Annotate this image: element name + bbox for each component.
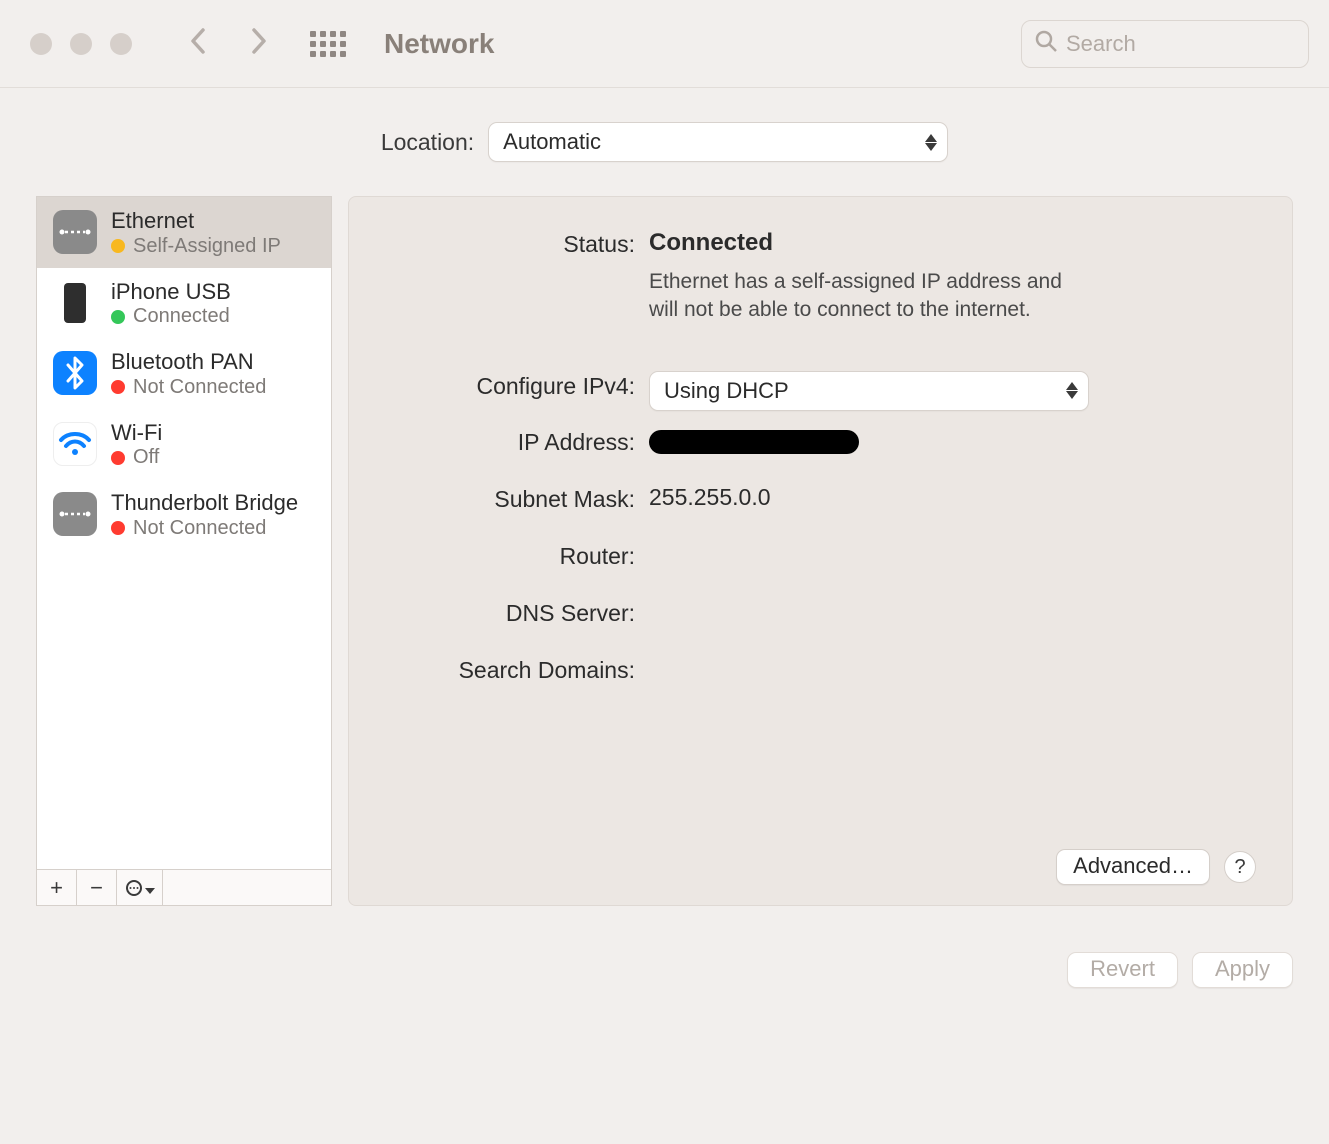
search-domains-label: Search Domains: xyxy=(385,655,635,684)
service-ethernet[interactable]: Ethernet Self-Assigned IP xyxy=(37,197,331,268)
minimize-window-button[interactable] xyxy=(70,33,92,55)
service-name: iPhone USB xyxy=(111,278,231,306)
location-row: Location: Automatic xyxy=(0,88,1329,196)
add-service-button[interactable]: + xyxy=(37,870,77,905)
zoom-window-button[interactable] xyxy=(110,33,132,55)
help-button[interactable]: ? xyxy=(1224,851,1256,883)
service-name: Wi-Fi xyxy=(111,419,162,447)
row-ip-address: IP Address: xyxy=(385,427,1256,456)
service-status: Self-Assigned IP xyxy=(133,235,281,258)
bluetooth-icon xyxy=(53,351,97,395)
service-actions-button[interactable] xyxy=(117,870,163,905)
ip-address-label: IP Address: xyxy=(385,427,635,456)
router-label: Router: xyxy=(385,541,635,570)
service-sidebar: Ethernet Self-Assigned IP iPhone USB Con… xyxy=(36,196,332,906)
select-stepper-icon xyxy=(925,134,937,151)
wifi-icon xyxy=(53,422,97,466)
ip-address-value-redacted xyxy=(649,430,859,454)
revert-button[interactable]: Revert xyxy=(1067,952,1178,988)
subnet-mask-value: 255.255.0.0 xyxy=(649,484,1256,511)
subnet-mask-label: Subnet Mask: xyxy=(385,484,635,513)
status-dot-red xyxy=(111,380,125,394)
configure-ipv4-value: Using DHCP xyxy=(664,378,789,404)
location-value: Automatic xyxy=(503,129,601,155)
search-icon xyxy=(1034,29,1058,58)
search-field[interactable] xyxy=(1021,20,1309,68)
advanced-button[interactable]: Advanced… xyxy=(1056,849,1210,885)
search-input[interactable] xyxy=(1066,31,1296,57)
row-status: Status: Connected xyxy=(385,229,1256,258)
location-select[interactable]: Automatic xyxy=(488,122,948,162)
status-description: Ethernet has a self-assigned IP address … xyxy=(649,268,1079,325)
select-stepper-icon xyxy=(1066,382,1078,399)
configure-ipv4-select[interactable]: Using DHCP xyxy=(649,371,1089,411)
service-wifi[interactable]: Wi-Fi Off xyxy=(37,409,331,480)
service-bluetooth-pan[interactable]: Bluetooth PAN Not Connected xyxy=(37,338,331,409)
apply-button[interactable]: Apply xyxy=(1192,952,1293,988)
page-title: Network xyxy=(384,28,1021,60)
forward-button[interactable] xyxy=(246,26,270,61)
sidebar-footer-fill xyxy=(163,870,331,905)
service-name: Thunderbolt Bridge xyxy=(111,489,298,517)
service-iphone-usb[interactable]: iPhone USB Connected xyxy=(37,268,331,339)
back-button[interactable] xyxy=(187,26,211,61)
dns-server-label: DNS Server: xyxy=(385,598,635,627)
window-controls xyxy=(30,33,132,55)
detail-pane: Status: Connected Ethernet has a self-as… xyxy=(348,196,1293,906)
service-name: Bluetooth PAN xyxy=(111,348,266,376)
configure-ipv4-label: Configure IPv4: xyxy=(385,371,635,400)
status-dot-yellow xyxy=(111,239,125,253)
iphone-icon xyxy=(53,281,97,325)
service-status: Not Connected xyxy=(133,376,266,399)
status-dot-red xyxy=(111,451,125,465)
status-dot-green xyxy=(111,310,125,324)
service-status: Connected xyxy=(133,305,230,328)
row-router: Router: xyxy=(385,541,1256,570)
window-footer: Revert Apply xyxy=(0,906,1329,988)
location-label: Location: xyxy=(381,129,474,156)
service-status: Not Connected xyxy=(133,517,266,540)
toolbar: Network xyxy=(0,0,1329,88)
row-subnet-mask: Subnet Mask: 255.255.0.0 xyxy=(385,484,1256,513)
row-configure-ipv4: Configure IPv4: Using DHCP xyxy=(385,371,1256,411)
ethernet-icon xyxy=(53,210,97,254)
status-label: Status: xyxy=(385,229,635,258)
service-list: Ethernet Self-Assigned IP iPhone USB Con… xyxy=(37,197,331,869)
service-name: Ethernet xyxy=(111,207,281,235)
service-thunderbolt-bridge[interactable]: Thunderbolt Bridge Not Connected xyxy=(37,479,331,550)
remove-service-button[interactable]: − xyxy=(77,870,117,905)
service-status: Off xyxy=(133,446,159,469)
close-window-button[interactable] xyxy=(30,33,52,55)
status-dot-red xyxy=(111,521,125,535)
detail-footer: Advanced… ? xyxy=(385,849,1256,885)
sidebar-footer: + − xyxy=(37,869,331,905)
status-value: Connected xyxy=(649,229,1256,257)
nav-controls xyxy=(187,26,270,61)
row-dns-server: DNS Server: xyxy=(385,598,1256,627)
main-area: Ethernet Self-Assigned IP iPhone USB Con… xyxy=(0,196,1329,906)
thunderbolt-bridge-icon xyxy=(53,492,97,536)
show-all-prefs-button[interactable] xyxy=(310,31,346,57)
row-search-domains: Search Domains: xyxy=(385,655,1256,684)
chevron-down-icon xyxy=(145,875,155,901)
